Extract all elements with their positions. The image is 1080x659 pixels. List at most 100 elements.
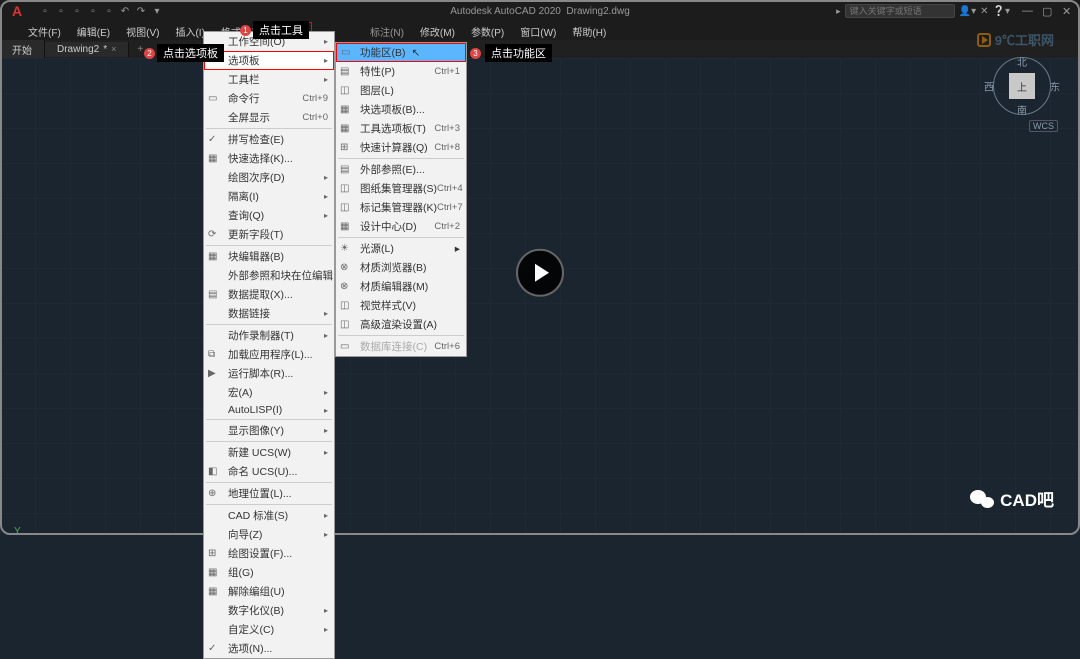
menu-item-label: 运行脚本(R)...: [228, 366, 293, 381]
menu-item[interactable]: ✓选项(N)...: [204, 639, 334, 658]
menu-item[interactable]: ▦解除编组(U): [204, 582, 334, 601]
submenu-arrow-icon: ▸: [324, 75, 328, 84]
menu-item[interactable]: 数据链接▸: [204, 304, 334, 323]
menu-item[interactable]: ▦块编辑器(B): [204, 247, 334, 266]
exchange-icon[interactable]: ✕: [980, 6, 988, 17]
app-logo[interactable]: A: [0, 0, 34, 22]
submenu-item[interactable]: ▦设计中心(D)Ctrl+2: [336, 217, 466, 236]
palettes-submenu: ▭功能区(B)↖▤特性(P)Ctrl+1◫图层(L)▦块选项板(B)...▦工具…: [335, 42, 467, 357]
menu-item[interactable]: ▦组(G): [204, 563, 334, 582]
menu-item[interactable]: ▦快速选择(K)...: [204, 149, 334, 168]
menu-item[interactable]: 数字化仪(B)▸: [204, 601, 334, 620]
menu-item[interactable]: 自定义(C)▸: [204, 620, 334, 639]
submenu-item[interactable]: ▤外部参照(E)...: [336, 160, 466, 179]
qat-dropdown-icon[interactable]: ▾: [150, 4, 164, 18]
submenu-item[interactable]: ◫高级渲染设置(A): [336, 315, 466, 334]
menu-item[interactable]: ✓拼写检查(E): [204, 130, 334, 149]
menu-item[interactable]: 工具栏▸: [204, 70, 334, 89]
qat-open-icon[interactable]: ▫: [54, 4, 68, 18]
submenu-item[interactable]: ▦工具选项板(T)Ctrl+3: [336, 119, 466, 138]
menu-file[interactable]: 文件(F): [20, 22, 69, 41]
menu-item[interactable]: ▭命令行Ctrl+9: [204, 89, 334, 108]
menu-item[interactable]: CAD 标准(S)▸: [204, 506, 334, 525]
callout-text-3: 点击功能区: [485, 44, 552, 62]
menu-item[interactable]: 查询(Q)▸: [204, 206, 334, 225]
submenu-arrow-icon: ▸: [324, 56, 328, 65]
submenu-item[interactable]: ⊗材质浏览器(B): [336, 258, 466, 277]
drawing-canvas[interactable]: Y: [0, 58, 1080, 535]
menu-window[interactable]: 窗口(W): [512, 22, 564, 41]
viewcube-east[interactable]: 东: [1050, 79, 1060, 94]
submenu-item[interactable]: ▭功能区(B)↖: [336, 43, 466, 62]
menu-view[interactable]: 视图(V): [118, 22, 167, 41]
filetab-start[interactable]: 开始: [0, 40, 45, 59]
menu-item[interactable]: 动作录制器(T)▸: [204, 326, 334, 345]
maximize-button[interactable]: ▢: [1042, 5, 1054, 17]
viewcube-south[interactable]: 南: [1017, 102, 1027, 117]
menu-item[interactable]: 显示图像(Y)▸: [204, 421, 334, 440]
viewcube-face-top[interactable]: 上: [1009, 73, 1035, 99]
submenu-item[interactable]: ◫标记集管理器(K)Ctrl+7: [336, 198, 466, 217]
qat-saveas-icon[interactable]: ▫: [86, 4, 100, 18]
submenu-item-label: 视觉样式(V): [360, 298, 416, 313]
menu-item[interactable]: 新建 UCS(W)▸: [204, 443, 334, 462]
qat-redo-icon[interactable]: ↷: [134, 4, 148, 18]
filetab-drawing2[interactable]: Drawing2*×: [45, 42, 129, 57]
menu-item-label: 自定义(C): [228, 622, 274, 637]
menu-item[interactable]: 全屏显示Ctrl+0: [204, 108, 334, 127]
minimize-button[interactable]: —: [1022, 5, 1034, 17]
menu-item-label: 命令行: [228, 91, 260, 106]
qat-new-icon[interactable]: ▫: [38, 4, 52, 18]
signin-icon[interactable]: 👤▾: [959, 6, 976, 17]
menu-item[interactable]: ⧉加载应用程序(L)...: [204, 345, 334, 364]
submenu-arrow-icon: ▸: [324, 173, 328, 182]
submenu-item[interactable]: ▦块选项板(B)...: [336, 100, 466, 119]
menu-item[interactable]: ▤数据提取(X)...: [204, 285, 334, 304]
menu-item[interactable]: AutoLISP(I)▸: [204, 402, 334, 418]
submenu-arrow-icon: ▸: [324, 606, 328, 615]
menu-item-label: 更新字段(T): [228, 227, 283, 242]
menu-item[interactable]: 绘图次序(D)▸: [204, 168, 334, 187]
search-input[interactable]: [845, 4, 955, 18]
submenu-item[interactable]: ▤特性(P)Ctrl+1: [336, 62, 466, 81]
submenu-item[interactable]: ⊞快速计算器(Q)Ctrl+8: [336, 138, 466, 157]
submenu-item-label: 外部参照(E)...: [360, 162, 425, 177]
close-button[interactable]: ✕: [1062, 5, 1074, 17]
menu-dimension[interactable]: 标注(N): [362, 22, 412, 41]
viewcube[interactable]: 上 北 南 东 西: [992, 56, 1052, 116]
menu-item[interactable]: 宏(A)▸: [204, 383, 334, 402]
menu-item[interactable]: 外部参照和块在位编辑: [204, 266, 334, 285]
qat-undo-icon[interactable]: ↶: [118, 4, 132, 18]
help-icon[interactable]: ❔▾: [993, 6, 1010, 17]
menu-item-label: AutoLISP(I): [228, 404, 282, 416]
wcs-label[interactable]: WCS: [1029, 120, 1058, 132]
menu-item-icon: ▶: [208, 368, 222, 379]
menu-item[interactable]: ▶ 运行脚本(R)...: [204, 364, 334, 383]
title-right: ▸ 👤▾ ✕ ❔▾ — ▢ ✕: [836, 4, 1074, 18]
menu-modify[interactable]: 修改(M): [412, 22, 463, 41]
qat-plot-icon[interactable]: ▫: [102, 4, 116, 18]
submenu-item[interactable]: ◫视觉样式(V): [336, 296, 466, 315]
menu-item[interactable]: ◧命名 UCS(U)...: [204, 462, 334, 481]
menu-item-icon: ▦: [340, 123, 354, 134]
viewcube-west[interactable]: 西: [984, 79, 994, 94]
submenu-item[interactable]: ◫图纸集管理器(S)Ctrl+4: [336, 179, 466, 198]
submenu-item[interactable]: ◫图层(L): [336, 81, 466, 100]
video-play-button[interactable]: [516, 248, 564, 296]
infocenter-arrow-icon[interactable]: ▸: [836, 6, 841, 17]
menu-edit[interactable]: 编辑(E): [69, 22, 118, 41]
menu-item[interactable]: ⊕地理位置(L)...: [204, 484, 334, 503]
menu-item[interactable]: ⟳更新字段(T): [204, 225, 334, 244]
menu-item[interactable]: 隔离(I)▸: [204, 187, 334, 206]
menu-help[interactable]: 帮助(H): [564, 22, 614, 41]
menu-shortcut: Ctrl+9: [302, 93, 328, 104]
close-tab-icon[interactable]: ×: [111, 44, 116, 54]
menu-item[interactable]: ⊞绘图设置(F)...: [204, 544, 334, 563]
watermark-top-right: 9℃工职网: [977, 30, 1054, 49]
callout-text-1: 点击工具: [253, 21, 309, 39]
submenu-item[interactable]: ☀光源(L)▸: [336, 239, 466, 258]
viewcube-north[interactable]: 北: [1017, 54, 1027, 69]
qat-save-icon[interactable]: ▫: [70, 4, 84, 18]
menu-parametric[interactable]: 参数(P): [463, 22, 512, 41]
submenu-item[interactable]: ⊗材质编辑器(M): [336, 277, 466, 296]
